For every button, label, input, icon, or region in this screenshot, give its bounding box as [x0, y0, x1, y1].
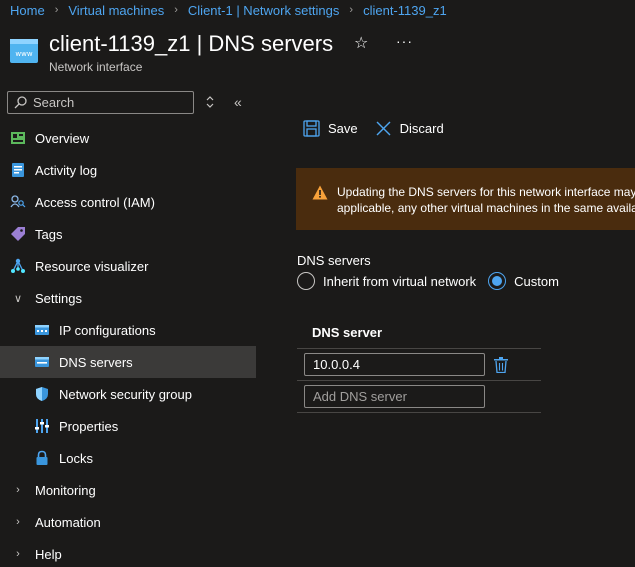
breadcrumb-home[interactable]: Home [10, 3, 45, 18]
breadcrumb-current[interactable]: client-1139_z1 [363, 3, 447, 18]
chevron-right-icon: › [174, 4, 178, 16]
delete-icon[interactable] [494, 356, 508, 373]
discard-button[interactable]: Discard [375, 120, 444, 137]
star-icon[interactable]: ☆ [354, 33, 368, 53]
collapse-sidebar-button[interactable]: « [234, 94, 242, 110]
sidebar-item-label: Activity log [35, 162, 98, 178]
dns-server-input[interactable] [304, 353, 485, 376]
sidebar-group-label: Monitoring [35, 482, 96, 498]
properties-icon [34, 418, 50, 434]
radio-circle [297, 272, 315, 290]
sidebar-item-label: Properties [59, 418, 119, 434]
chevron-right-icon: › [54, 4, 59, 16]
sidebar-group-help[interactable]: › Help [0, 538, 256, 567]
network-interface-icon: www [10, 39, 38, 63]
activity-log-icon [10, 162, 26, 178]
warning-text-line: applicable, any other virtual machines i… [337, 201, 635, 215]
custom-radio[interactable]: Custom [488, 272, 559, 290]
breadcrumb-virtual-machines[interactable]: Virtual machines [68, 3, 164, 18]
dns-server-column-header: DNS server [297, 316, 541, 349]
sidebar-item-label: Access control (IAM) [35, 194, 155, 210]
search-icon [14, 96, 27, 109]
chevron-right-icon: › [16, 516, 20, 528]
dns-servers-heading: DNS servers [297, 253, 371, 268]
page-subtitle: Network interface [49, 60, 143, 74]
overview-icon [10, 130, 26, 146]
chevron-down-icon: ∨ [13, 292, 23, 305]
sidebar-item-activity-log[interactable]: Activity log [0, 154, 256, 186]
sidebar-group-label: Automation [35, 514, 101, 530]
sidebar-item-label: IP configurations [59, 322, 156, 338]
command-bar: Save Discard [303, 120, 461, 137]
inherit-radio-label: Inherit from virtual network [323, 273, 477, 289]
sidebar-item-dns-servers[interactable]: DNS servers [0, 346, 256, 378]
save-button[interactable]: Save [303, 120, 358, 137]
sidebar-nav: Overview Activity log Access control (IA… [0, 122, 256, 567]
sidebar-item-label: Locks [59, 450, 93, 466]
inherit-radio[interactable]: Inherit from virtual network [297, 272, 476, 290]
warning-text-line: Updating the DNS servers for this networ… [337, 185, 635, 199]
add-dns-server-input[interactable] [304, 385, 485, 408]
custom-radio-label: Custom [514, 273, 559, 289]
svg-text:www: www [15, 50, 32, 58]
search-input[interactable] [33, 95, 183, 110]
breadcrumb: Home › Virtual machines › Client-1 | Net… [10, 1, 447, 19]
sort-icon[interactable] [204, 96, 216, 108]
sidebar-item-locks[interactable]: Locks [0, 442, 256, 474]
sidebar-group-settings[interactable]: ∨ Settings [0, 282, 256, 314]
sidebar-item-label: Tags [35, 226, 63, 242]
tag-icon [10, 226, 26, 242]
sidebar-item-properties[interactable]: Properties [0, 410, 256, 442]
table-row [297, 349, 541, 381]
sidebar-item-label: Network security group [59, 386, 192, 402]
iam-icon [10, 194, 26, 210]
sidebar-item-network-security-group[interactable]: Network security group [0, 378, 256, 410]
dns-source-radio-group: Inherit from virtual network Custom [297, 272, 571, 290]
sidebar-item-access-control[interactable]: Access control (IAM) [0, 186, 256, 218]
sidebar-item-tags[interactable]: Tags [0, 218, 256, 250]
shield-icon [34, 386, 50, 402]
chevron-right-icon: › [16, 548, 20, 560]
sidebar-item-ip-configurations[interactable]: IP configurations [0, 314, 256, 346]
sidebar-group-automation[interactable]: › Automation [0, 506, 256, 538]
sidebar-group-label: Settings [35, 290, 82, 306]
close-icon [376, 121, 391, 136]
page-title: client-1139_z1 | DNS servers [49, 31, 334, 56]
more-options-button[interactable]: ··· [396, 33, 413, 49]
chevron-right-icon: › [16, 484, 20, 496]
radio-circle [488, 272, 507, 290]
breadcrumb-network-settings[interactable]: Client-1 | Network settings [188, 3, 340, 18]
discard-label: Discard [399, 121, 444, 136]
sidebar-item-label: Resource visualizer [35, 258, 149, 274]
chevron-right-icon: › [349, 4, 354, 16]
table-row [297, 381, 541, 413]
dns-icon [34, 354, 50, 370]
visualizer-icon [10, 258, 26, 274]
radio-dot [492, 276, 503, 286]
warning-icon [312, 185, 328, 200]
save-icon [303, 120, 320, 137]
sidebar-item-resource-visualizer[interactable]: Resource visualizer [0, 250, 256, 282]
sidebar-group-monitoring[interactable]: › Monitoring [0, 474, 256, 506]
sidebar-group-label: Help [35, 546, 62, 562]
sidebar-item-label: Overview [35, 130, 90, 146]
warning-banner: Updating the DNS servers for this networ… [296, 168, 635, 230]
sidebar-item-overview[interactable]: Overview [0, 122, 256, 154]
lock-icon [34, 450, 50, 466]
ip-config-icon [34, 322, 50, 338]
sidebar-item-label: DNS servers [59, 354, 133, 370]
search-box[interactable] [7, 91, 194, 114]
save-label: Save [328, 121, 358, 136]
page-header: www client-1139_z1 | DNS servers Network… [10, 30, 333, 74]
